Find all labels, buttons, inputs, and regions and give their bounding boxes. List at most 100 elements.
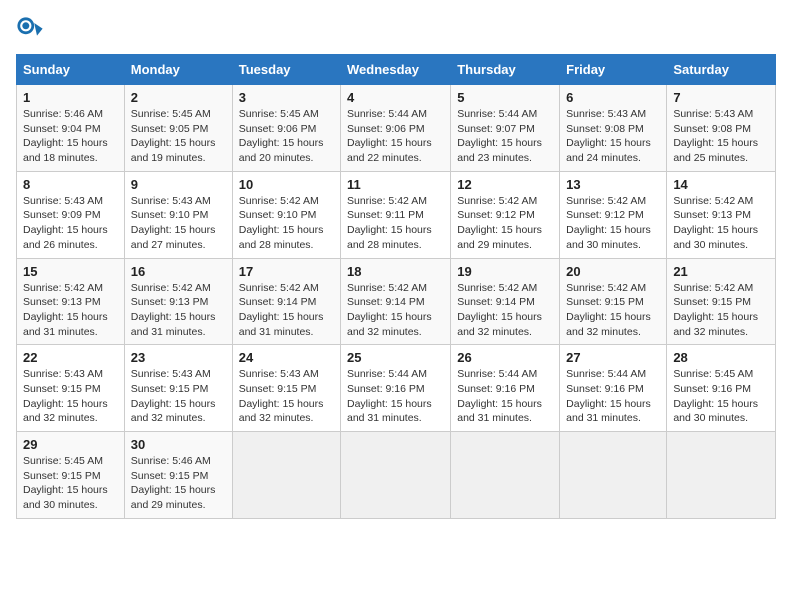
day-number: 26 <box>457 350 553 365</box>
sunset-text: Sunset: 9:15 PM <box>239 382 334 397</box>
day-info: Sunrise: 5:44 AM Sunset: 9:06 PM Dayligh… <box>347 107 444 166</box>
day-number: 16 <box>131 264 226 279</box>
day-info: Sunrise: 5:44 AM Sunset: 9:16 PM Dayligh… <box>457 367 553 426</box>
daylight-text: Daylight: 15 hours and 25 minutes. <box>673 136 769 165</box>
sunset-text: Sunset: 9:14 PM <box>457 295 553 310</box>
calendar-cell: 19 Sunrise: 5:42 AM Sunset: 9:14 PM Dayl… <box>451 258 560 345</box>
daylight-text: Daylight: 15 hours and 20 minutes. <box>239 136 334 165</box>
logo <box>16 16 48 44</box>
daylight-text: Daylight: 15 hours and 31 minutes. <box>566 397 660 426</box>
sunrise-text: Sunrise: 5:42 AM <box>347 194 444 209</box>
sunrise-text: Sunrise: 5:46 AM <box>131 454 226 469</box>
sunset-text: Sunset: 9:15 PM <box>23 469 118 484</box>
sunrise-text: Sunrise: 5:44 AM <box>566 367 660 382</box>
daylight-text: Daylight: 15 hours and 30 minutes. <box>673 223 769 252</box>
daylight-text: Daylight: 15 hours and 31 minutes. <box>347 397 444 426</box>
calendar-cell <box>451 432 560 519</box>
daylight-text: Daylight: 15 hours and 31 minutes. <box>457 397 553 426</box>
calendar-header-row: SundayMondayTuesdayWednesdayThursdayFrid… <box>17 55 776 85</box>
calendar-cell: 16 Sunrise: 5:42 AM Sunset: 9:13 PM Dayl… <box>124 258 232 345</box>
calendar-cell <box>232 432 340 519</box>
calendar-cell: 23 Sunrise: 5:43 AM Sunset: 9:15 PM Dayl… <box>124 345 232 432</box>
day-info: Sunrise: 5:43 AM Sunset: 9:08 PM Dayligh… <box>566 107 660 166</box>
day-number: 9 <box>131 177 226 192</box>
sunrise-text: Sunrise: 5:45 AM <box>23 454 118 469</box>
sunset-text: Sunset: 9:12 PM <box>566 208 660 223</box>
sunrise-text: Sunrise: 5:42 AM <box>23 281 118 296</box>
day-info: Sunrise: 5:43 AM Sunset: 9:09 PM Dayligh… <box>23 194 118 253</box>
sunset-text: Sunset: 9:06 PM <box>239 122 334 137</box>
day-info: Sunrise: 5:43 AM Sunset: 9:10 PM Dayligh… <box>131 194 226 253</box>
daylight-text: Daylight: 15 hours and 32 minutes. <box>23 397 118 426</box>
sunrise-text: Sunrise: 5:44 AM <box>457 367 553 382</box>
sunrise-text: Sunrise: 5:42 AM <box>566 194 660 209</box>
sunrise-text: Sunrise: 5:46 AM <box>23 107 118 122</box>
day-info: Sunrise: 5:42 AM Sunset: 9:13 PM Dayligh… <box>673 194 769 253</box>
daylight-text: Daylight: 15 hours and 19 minutes. <box>131 136 226 165</box>
sunset-text: Sunset: 9:13 PM <box>673 208 769 223</box>
calendar-cell: 21 Sunrise: 5:42 AM Sunset: 9:15 PM Dayl… <box>667 258 776 345</box>
day-info: Sunrise: 5:43 AM Sunset: 9:15 PM Dayligh… <box>23 367 118 426</box>
calendar-cell <box>667 432 776 519</box>
calendar-cell: 12 Sunrise: 5:42 AM Sunset: 9:12 PM Dayl… <box>451 171 560 258</box>
daylight-text: Daylight: 15 hours and 32 minutes. <box>457 310 553 339</box>
day-number: 8 <box>23 177 118 192</box>
day-info: Sunrise: 5:46 AM Sunset: 9:04 PM Dayligh… <box>23 107 118 166</box>
day-number: 10 <box>239 177 334 192</box>
page-header <box>16 16 776 44</box>
sunrise-text: Sunrise: 5:42 AM <box>239 281 334 296</box>
daylight-text: Daylight: 15 hours and 31 minutes. <box>131 310 226 339</box>
calendar-day-header: Thursday <box>451 55 560 85</box>
daylight-text: Daylight: 15 hours and 18 minutes. <box>23 136 118 165</box>
day-number: 4 <box>347 90 444 105</box>
day-number: 3 <box>239 90 334 105</box>
calendar-cell: 28 Sunrise: 5:45 AM Sunset: 9:16 PM Dayl… <box>667 345 776 432</box>
day-number: 15 <box>23 264 118 279</box>
day-info: Sunrise: 5:45 AM Sunset: 9:15 PM Dayligh… <box>23 454 118 513</box>
day-info: Sunrise: 5:45 AM Sunset: 9:16 PM Dayligh… <box>673 367 769 426</box>
calendar-week-row: 15 Sunrise: 5:42 AM Sunset: 9:13 PM Dayl… <box>17 258 776 345</box>
day-info: Sunrise: 5:43 AM Sunset: 9:15 PM Dayligh… <box>239 367 334 426</box>
day-number: 2 <box>131 90 226 105</box>
day-number: 17 <box>239 264 334 279</box>
calendar-cell: 20 Sunrise: 5:42 AM Sunset: 9:15 PM Dayl… <box>560 258 667 345</box>
day-info: Sunrise: 5:42 AM Sunset: 9:15 PM Dayligh… <box>566 281 660 340</box>
calendar-day-header: Saturday <box>667 55 776 85</box>
daylight-text: Daylight: 15 hours and 32 minutes. <box>239 397 334 426</box>
day-number: 25 <box>347 350 444 365</box>
day-info: Sunrise: 5:44 AM Sunset: 9:16 PM Dayligh… <box>566 367 660 426</box>
daylight-text: Daylight: 15 hours and 32 minutes. <box>347 310 444 339</box>
day-number: 1 <box>23 90 118 105</box>
daylight-text: Daylight: 15 hours and 26 minutes. <box>23 223 118 252</box>
day-number: 29 <box>23 437 118 452</box>
day-info: Sunrise: 5:42 AM Sunset: 9:13 PM Dayligh… <box>131 281 226 340</box>
daylight-text: Daylight: 15 hours and 28 minutes. <box>347 223 444 252</box>
sunset-text: Sunset: 9:11 PM <box>347 208 444 223</box>
sunset-text: Sunset: 9:16 PM <box>457 382 553 397</box>
calendar-cell: 14 Sunrise: 5:42 AM Sunset: 9:13 PM Dayl… <box>667 171 776 258</box>
daylight-text: Daylight: 15 hours and 32 minutes. <box>131 397 226 426</box>
day-info: Sunrise: 5:43 AM Sunset: 9:15 PM Dayligh… <box>131 367 226 426</box>
day-number: 12 <box>457 177 553 192</box>
calendar-cell: 22 Sunrise: 5:43 AM Sunset: 9:15 PM Dayl… <box>17 345 125 432</box>
calendar-week-row: 1 Sunrise: 5:46 AM Sunset: 9:04 PM Dayli… <box>17 85 776 172</box>
day-number: 27 <box>566 350 660 365</box>
calendar-cell: 26 Sunrise: 5:44 AM Sunset: 9:16 PM Dayl… <box>451 345 560 432</box>
day-number: 5 <box>457 90 553 105</box>
sunset-text: Sunset: 9:15 PM <box>23 382 118 397</box>
day-info: Sunrise: 5:42 AM Sunset: 9:15 PM Dayligh… <box>673 281 769 340</box>
daylight-text: Daylight: 15 hours and 29 minutes. <box>131 483 226 512</box>
sunset-text: Sunset: 9:07 PM <box>457 122 553 137</box>
sunset-text: Sunset: 9:15 PM <box>673 295 769 310</box>
sunset-text: Sunset: 9:10 PM <box>131 208 226 223</box>
day-info: Sunrise: 5:42 AM Sunset: 9:14 PM Dayligh… <box>457 281 553 340</box>
daylight-text: Daylight: 15 hours and 30 minutes. <box>673 397 769 426</box>
day-number: 22 <box>23 350 118 365</box>
calendar-cell: 7 Sunrise: 5:43 AM Sunset: 9:08 PM Dayli… <box>667 85 776 172</box>
day-number: 28 <box>673 350 769 365</box>
sunrise-text: Sunrise: 5:42 AM <box>239 194 334 209</box>
calendar-week-row: 8 Sunrise: 5:43 AM Sunset: 9:09 PM Dayli… <box>17 171 776 258</box>
calendar-day-header: Sunday <box>17 55 125 85</box>
day-info: Sunrise: 5:42 AM Sunset: 9:11 PM Dayligh… <box>347 194 444 253</box>
sunrise-text: Sunrise: 5:43 AM <box>131 367 226 382</box>
